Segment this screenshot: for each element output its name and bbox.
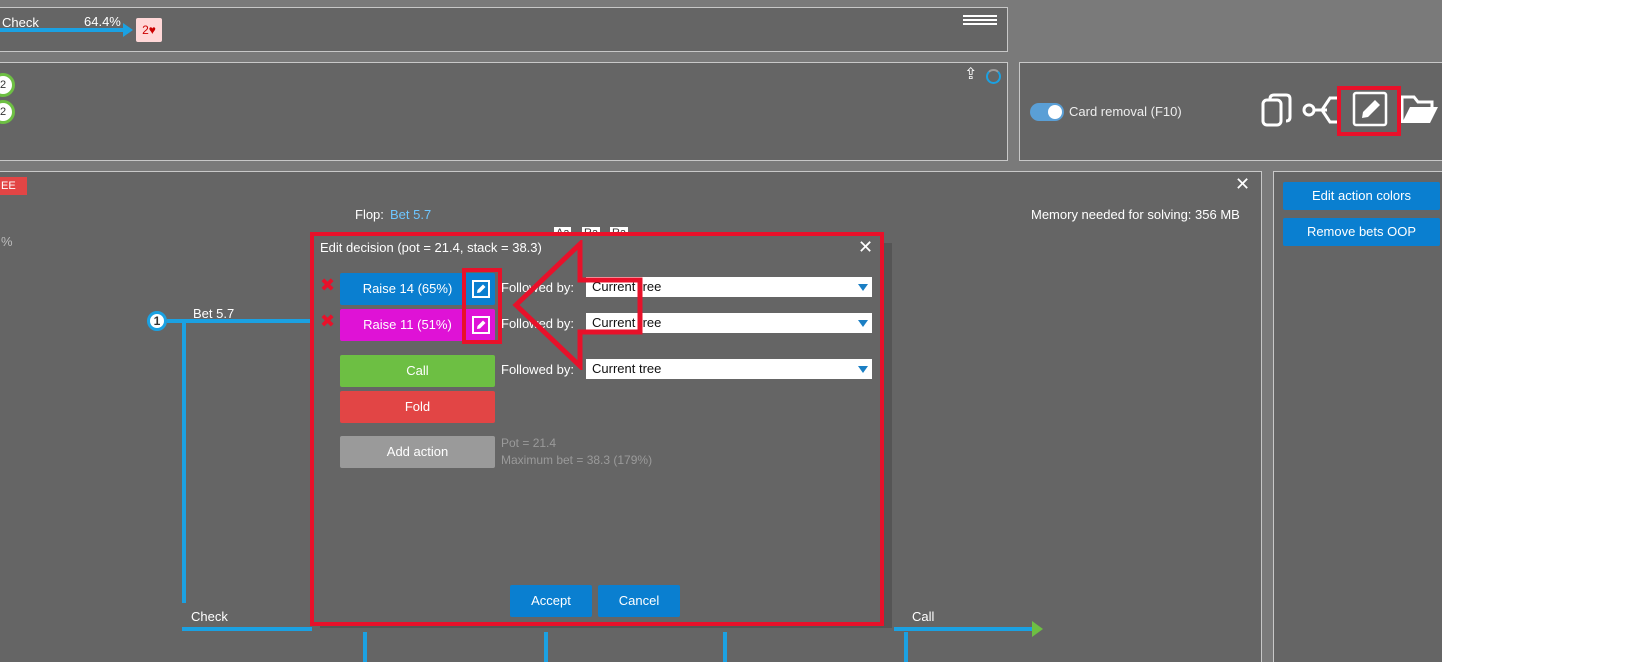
arrow-right-icon: [123, 23, 133, 37]
tree-vertical-line: [723, 632, 727, 662]
tree-vertical-line: [904, 632, 908, 662]
card-chip[interactable]: 2♥: [136, 18, 162, 42]
right-panel: Edit action colors Remove bets OOP: [1273, 171, 1442, 662]
app-window: Check 64.4% 2♥ 2 2 ⇪ Card removal (F10): [0, 0, 1442, 662]
check-label: Check: [191, 609, 228, 624]
loading-spinner-icon: [986, 69, 1001, 84]
bet-line: [167, 319, 317, 323]
tree-vertical-line: [544, 632, 548, 662]
annotation-arrow-icon: [512, 240, 643, 370]
memory-label: Memory needed for solving: 356 MB: [1031, 207, 1240, 222]
folder-icon[interactable]: [1400, 93, 1440, 127]
call-label: Call: [912, 609, 935, 624]
flop-label: Flop:: [355, 207, 384, 222]
check-line: [0, 28, 127, 32]
check-percent: 64.4%: [84, 14, 121, 29]
player-badge: 2: [0, 100, 15, 124]
call-line: [894, 627, 1034, 631]
action-strip-panel: Check 64.4% 2♥: [0, 7, 1008, 52]
edit-action-colors-button[interactable]: Edit action colors: [1283, 182, 1440, 210]
check-vertical-line: [182, 323, 186, 603]
upload-icon[interactable]: ⇪: [964, 67, 980, 83]
annotation-toolbar-box: [1337, 86, 1401, 136]
range-panel: 2 2 ⇪: [0, 62, 1008, 161]
annotation-edit-icons-box: [462, 268, 502, 344]
tree-tag: EE: [0, 177, 27, 195]
arrow-right-icon: [1032, 621, 1043, 637]
check-line: [182, 627, 312, 631]
copy-icon[interactable]: [1260, 93, 1292, 127]
player-badge: 2: [0, 73, 15, 97]
tree-icon[interactable]: [1302, 93, 1342, 127]
close-icon[interactable]: ✕: [1235, 174, 1250, 195]
card-removal-label: Card removal (F10): [1069, 104, 1182, 119]
flop-value: Bet 5.7: [390, 207, 432, 222]
tree-vertical-line: [363, 632, 367, 662]
card-removal-toggle[interactable]: [1030, 103, 1064, 121]
tree-node[interactable]: 1: [147, 311, 167, 331]
side-percent: %: [1, 234, 13, 249]
menu-lines-icon[interactable]: [963, 15, 997, 27]
remove-bets-oop-button[interactable]: Remove bets OOP: [1283, 218, 1440, 246]
